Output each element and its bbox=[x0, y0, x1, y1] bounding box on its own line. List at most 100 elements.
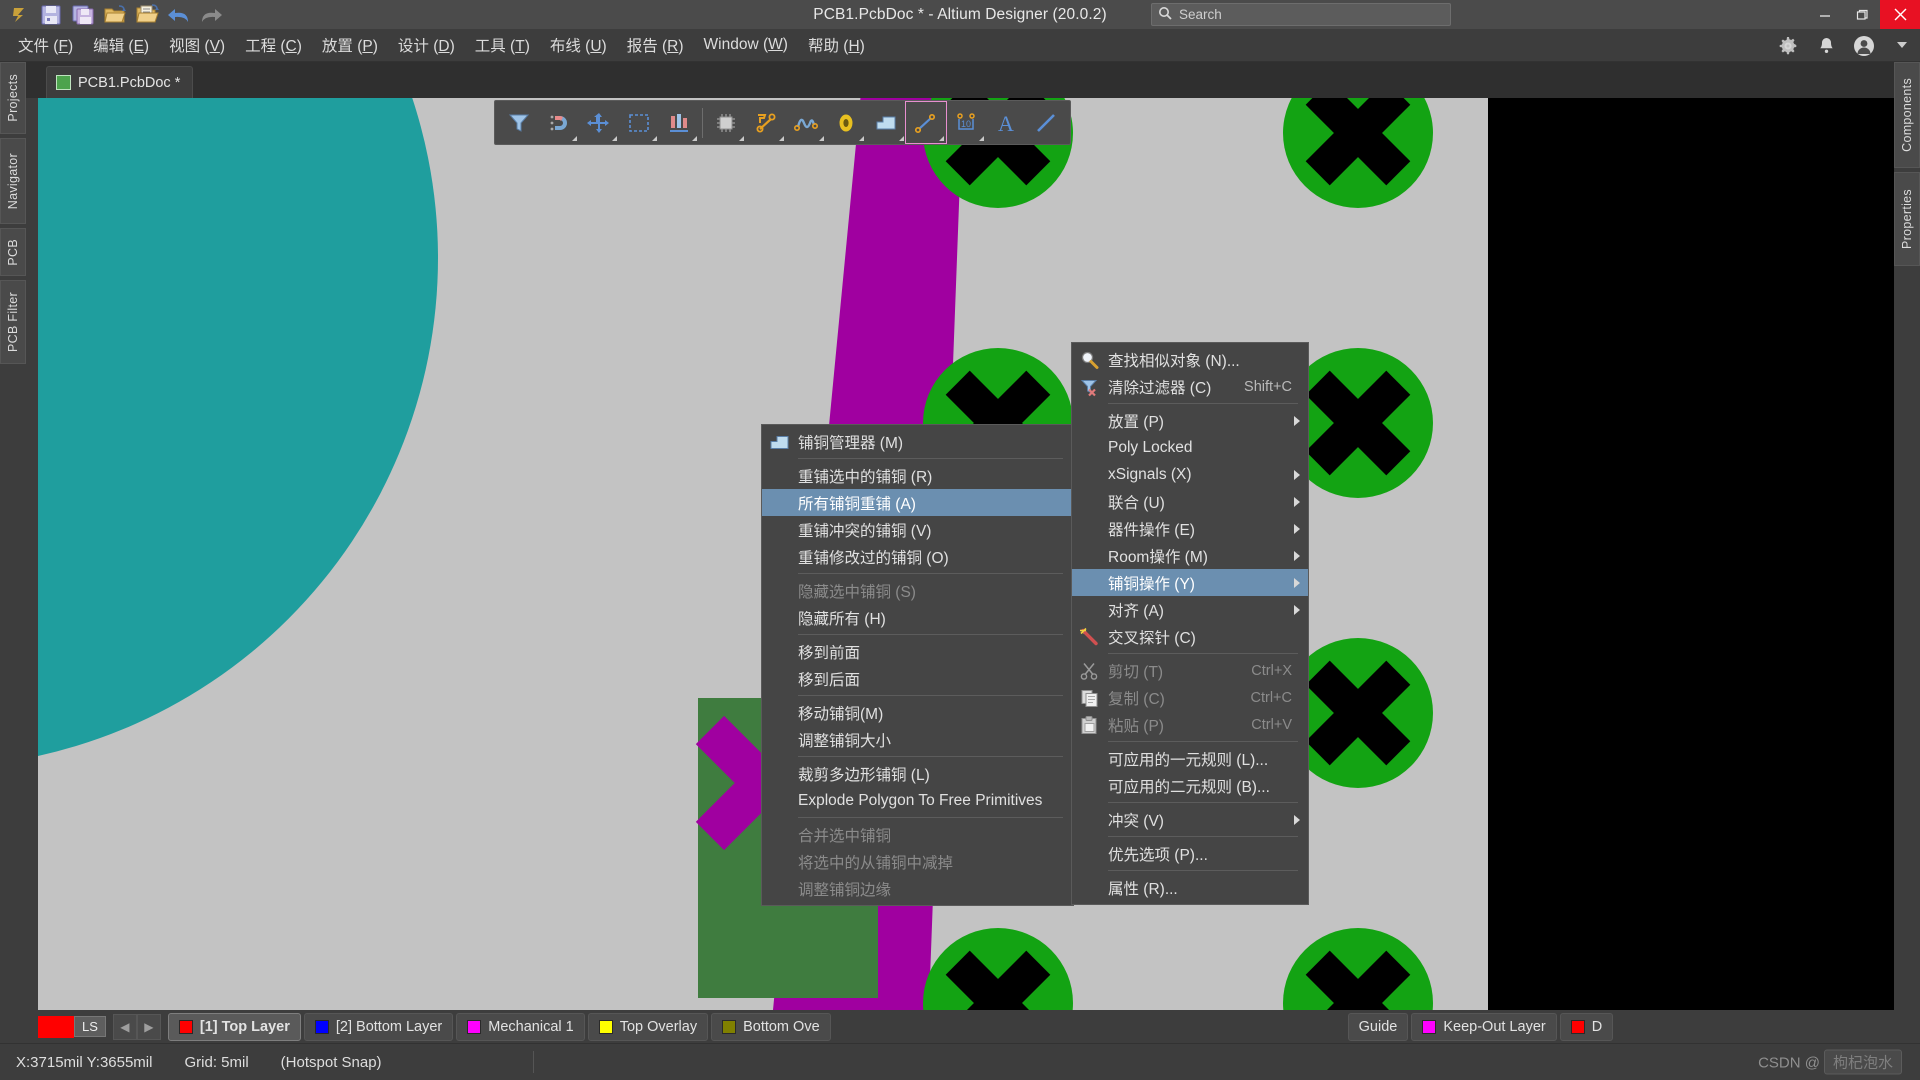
sidebar-item-projects[interactable]: Projects bbox=[0, 62, 26, 134]
polygon-pour-icon[interactable] bbox=[866, 102, 906, 143]
layer-tab-top-layer[interactable]: [1] Top Layer bbox=[167, 1012, 301, 1041]
restore-button[interactable] bbox=[1843, 0, 1880, 29]
menu-item-poly-locked[interactable]: Poly Locked bbox=[1072, 434, 1308, 461]
layer-next-button[interactable]: ▶ bbox=[136, 1013, 161, 1040]
menu-item-component-actions[interactable]: 器件操作 (E) bbox=[1072, 515, 1308, 542]
save-all-icon[interactable] bbox=[68, 1, 98, 28]
menu-item-polygon-actions[interactable]: 铺铜操作 (Y) bbox=[1072, 569, 1308, 596]
layer-tab-guide[interactable]: Guide bbox=[1347, 1012, 1409, 1041]
minimize-button[interactable] bbox=[1806, 0, 1843, 29]
align-icon[interactable] bbox=[659, 102, 699, 143]
menu-item-violations[interactable]: 冲突 (V) bbox=[1072, 806, 1308, 833]
menu-item-copy: 复制 (C) Ctrl+C bbox=[1072, 684, 1308, 711]
menu-help[interactable]: 帮助 (H) bbox=[798, 30, 875, 60]
menu-item-repour-all[interactable]: 所有铺铜重铺 (A) bbox=[762, 489, 1073, 516]
dimension-icon[interactable]: 10 bbox=[946, 102, 986, 143]
layer-tab-top-overlay[interactable]: Top Overlay bbox=[587, 1012, 709, 1041]
layer-tab-bottom-overlay[interactable]: Bottom Ove bbox=[711, 1012, 831, 1041]
layer-sets-button[interactable]: LS bbox=[74, 1016, 106, 1037]
menu-item-move-polygon[interactable]: 移动铺铜(M) bbox=[762, 699, 1073, 726]
layer-tab-mechanical-1[interactable]: Mechanical 1 bbox=[456, 1012, 585, 1041]
menu-item-explode-polygon[interactable]: Explode Polygon To Free Primitives bbox=[762, 787, 1073, 814]
menu-item-polygon-manager[interactable]: 铺铜管理器 (M) bbox=[762, 428, 1073, 455]
snap-magnet-icon[interactable] bbox=[539, 102, 579, 143]
menu-item-move-to-back[interactable]: 移到后面 bbox=[762, 665, 1073, 692]
draw-line-icon[interactable] bbox=[1026, 102, 1066, 143]
menu-item-repour-violating[interactable]: 重铺冲突的铺铜 (V) bbox=[762, 516, 1073, 543]
menu-edit[interactable]: 编辑 (E) bbox=[83, 30, 159, 60]
open-document-icon[interactable] bbox=[132, 1, 162, 28]
sidebar-label-projects: Projects bbox=[6, 74, 20, 122]
menu-item-find-similar-objects[interactable]: 查找相似对象 (N)... bbox=[1072, 346, 1308, 373]
pcb-context-menu: 查找相似对象 (N)... 清除过滤器 (C) Shift+C 放置 (P) P… bbox=[1071, 342, 1309, 905]
undo-icon[interactable] bbox=[164, 1, 194, 28]
text-string-icon[interactable]: A bbox=[986, 102, 1026, 143]
sidebar-item-navigator[interactable]: Navigator bbox=[0, 138, 26, 224]
menu-place[interactable]: 放置 (P) bbox=[312, 30, 388, 60]
menu-item-room-actions[interactable]: Room操作 (M) bbox=[1072, 542, 1308, 569]
filter-icon[interactable] bbox=[499, 102, 539, 143]
menu-item-applicable-unary-rules[interactable]: 可应用的一元规则 (L)... bbox=[1072, 745, 1308, 772]
route-track-icon[interactable] bbox=[746, 102, 786, 143]
save-icon[interactable] bbox=[36, 1, 66, 28]
menu-item-repour-modified[interactable]: 重铺修改过的铺铜 (O) bbox=[762, 543, 1073, 570]
open-folder-icon[interactable] bbox=[100, 1, 130, 28]
sidebar-item-properties[interactable]: Properties bbox=[1894, 172, 1920, 266]
sidebar-label-pcb: PCB bbox=[6, 238, 20, 266]
layer-tab-label: Mechanical 1 bbox=[488, 1018, 574, 1035]
menu-item-preferences[interactable]: 优先选项 (P)... bbox=[1072, 840, 1308, 867]
menu-window[interactable]: Window (W) bbox=[694, 32, 798, 58]
user-account-icon[interactable] bbox=[1852, 34, 1876, 58]
altium-logo-icon[interactable] bbox=[4, 1, 34, 28]
menu-file[interactable]: 文件 (F) bbox=[8, 30, 83, 60]
menu-design[interactable]: 设计 (D) bbox=[388, 30, 465, 60]
menu-item-move-to-front[interactable]: 移到前面 bbox=[762, 638, 1073, 665]
menu-item-applicable-binary-rules[interactable]: 可应用的二元规则 (B)... bbox=[1072, 772, 1308, 799]
menu-item-xsignals[interactable]: xSignals (X) bbox=[1072, 461, 1308, 488]
component-chip-icon[interactable] bbox=[706, 102, 746, 143]
line-segment-icon[interactable] bbox=[905, 101, 947, 144]
redo-icon[interactable] bbox=[196, 1, 226, 28]
menu-reports[interactable]: 报告 (R) bbox=[617, 30, 694, 60]
layer-tab-bar: LS ◀ ▶ [1] Top Layer [2] Bottom Layer Me… bbox=[0, 1010, 1920, 1043]
settings-gear-icon[interactable] bbox=[1776, 34, 1800, 58]
tab-pcb1-pcbdoc[interactable]: PCB1.PcbDoc * bbox=[46, 66, 194, 98]
layer-color-selector[interactable]: LS bbox=[38, 1013, 106, 1041]
sidebar-item-pcb[interactable]: PCB bbox=[0, 228, 26, 276]
menu-item-union[interactable]: 联合 (U) bbox=[1072, 488, 1308, 515]
menu-item-place[interactable]: 放置 (P) bbox=[1072, 407, 1308, 434]
layer-prev-button[interactable]: ◀ bbox=[112, 1013, 137, 1040]
differential-pair-icon[interactable] bbox=[786, 102, 826, 143]
menu-item-hide-all[interactable]: 隐藏所有 (H) bbox=[762, 604, 1073, 631]
menubar-right-icons bbox=[1776, 29, 1914, 62]
sidebar-item-pcb-filter[interactable]: PCB Filter bbox=[0, 280, 26, 364]
menu-tools[interactable]: 工具 (T) bbox=[465, 30, 540, 60]
menu-item-properties[interactable]: 属性 (R)... bbox=[1072, 874, 1308, 901]
menu-item-align[interactable]: 对齐 (A) bbox=[1072, 596, 1308, 623]
layer-color-chip bbox=[598, 1019, 613, 1034]
menu-item-repour-selected[interactable]: 重铺选中的铺铜 (R) bbox=[762, 462, 1073, 489]
sidebar-item-components[interactable]: Components bbox=[1894, 62, 1920, 168]
layer-tab-label: Bottom Ove bbox=[743, 1018, 820, 1035]
menu-item-clear-filter[interactable]: 清除过滤器 (C) Shift+C bbox=[1072, 373, 1308, 400]
selection-rect-icon[interactable] bbox=[619, 102, 659, 143]
close-button[interactable] bbox=[1880, 0, 1920, 29]
layer-tab-bottom-layer[interactable]: [2] Bottom Layer bbox=[303, 1012, 454, 1041]
menu-route[interactable]: 布线 (U) bbox=[540, 30, 617, 60]
layer-tab-keep-out-layer[interactable]: Keep-Out Layer bbox=[1411, 1012, 1557, 1041]
menu-item-slice-polygon[interactable]: 裁剪多边形铺铜 (L) bbox=[762, 760, 1073, 787]
menu-item-cross-probe[interactable]: 交叉探针 (C) bbox=[1072, 623, 1308, 650]
submenu-arrow-icon bbox=[1294, 469, 1300, 480]
notifications-bell-icon[interactable] bbox=[1814, 34, 1838, 58]
status-divider bbox=[532, 1051, 534, 1073]
pad-via-icon[interactable] bbox=[826, 102, 866, 143]
menu-view[interactable]: 视图 (V) bbox=[159, 30, 235, 60]
search-input[interactable]: Search bbox=[1151, 3, 1451, 26]
chevron-down-icon[interactable] bbox=[1890, 34, 1914, 58]
menu-project[interactable]: 工程 (C) bbox=[235, 30, 312, 60]
move-crosshair-icon[interactable] bbox=[579, 102, 619, 143]
menu-separator bbox=[798, 458, 1063, 459]
menu-item-modify-polygon-edge: 调整铺铜边缘 bbox=[798, 881, 892, 899]
layer-tab-drill[interactable]: D bbox=[1559, 1012, 1614, 1041]
menu-item-resize-polygon[interactable]: 调整铺铜大小 bbox=[762, 726, 1073, 753]
